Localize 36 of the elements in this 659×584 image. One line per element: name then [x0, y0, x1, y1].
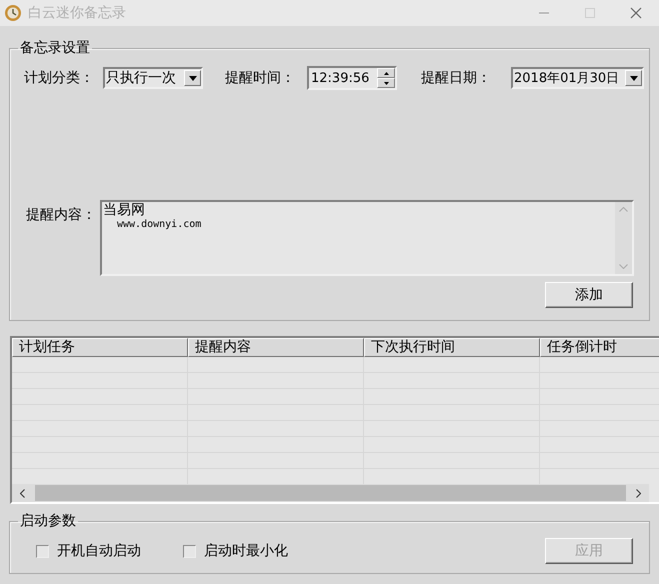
plan-type-dropdown[interactable]: 只执行一次	[103, 67, 203, 89]
checkbox[interactable]	[36, 544, 49, 558]
dropdown-arrow-icon	[188, 76, 196, 80]
dropdown-arrow-icon	[630, 76, 638, 80]
text-line: www.downyi.com	[116, 218, 202, 231]
checkbox-label: 启动时最小化	[204, 542, 288, 560]
column-header[interactable]: 计划任务	[12, 338, 188, 357]
up-arrow-icon	[384, 72, 388, 74]
column-header[interactable]: 任务倒计时	[540, 338, 659, 357]
checkbox-label: 开机自动启动	[57, 542, 141, 560]
scroll-right-icon	[636, 488, 641, 498]
content-textarea[interactable]: 当易网 www.downyi.com	[100, 200, 634, 276]
scroll-left-icon	[20, 488, 25, 498]
window-title: 白云迷你备忘录	[28, 4, 126, 22]
group-title: 启动参数	[19, 512, 77, 530]
field-label: 提醒内容：	[26, 206, 96, 224]
field-label: 提醒时间：	[225, 69, 295, 87]
time-field[interactable]: 12:39:56	[307, 66, 397, 90]
maximize-icon	[584, 7, 596, 19]
column-header[interactable]: 下次执行时间	[364, 338, 540, 357]
text-line: 当易网	[102, 202, 146, 218]
down-arrow-icon	[384, 82, 388, 84]
field-label: 提醒日期：	[421, 69, 491, 87]
scroll-down-icon	[619, 264, 628, 269]
date-picker[interactable]: 2018年01月30日	[511, 67, 644, 89]
column-header[interactable]: 提醒内容	[188, 338, 364, 357]
group-title: 备忘录设置	[19, 39, 91, 57]
close-icon	[630, 7, 642, 19]
horizontal-scrollbar[interactable]	[12, 484, 649, 502]
vertical-scrollbar[interactable]	[615, 202, 632, 274]
add-button[interactable]: 添加	[545, 282, 633, 308]
field-label: 计划分类：	[24, 69, 94, 87]
scroll-up-icon	[619, 207, 628, 212]
scroll-thumb[interactable]	[35, 485, 626, 501]
checkbox[interactable]	[183, 544, 196, 558]
clock-icon	[4, 4, 22, 22]
